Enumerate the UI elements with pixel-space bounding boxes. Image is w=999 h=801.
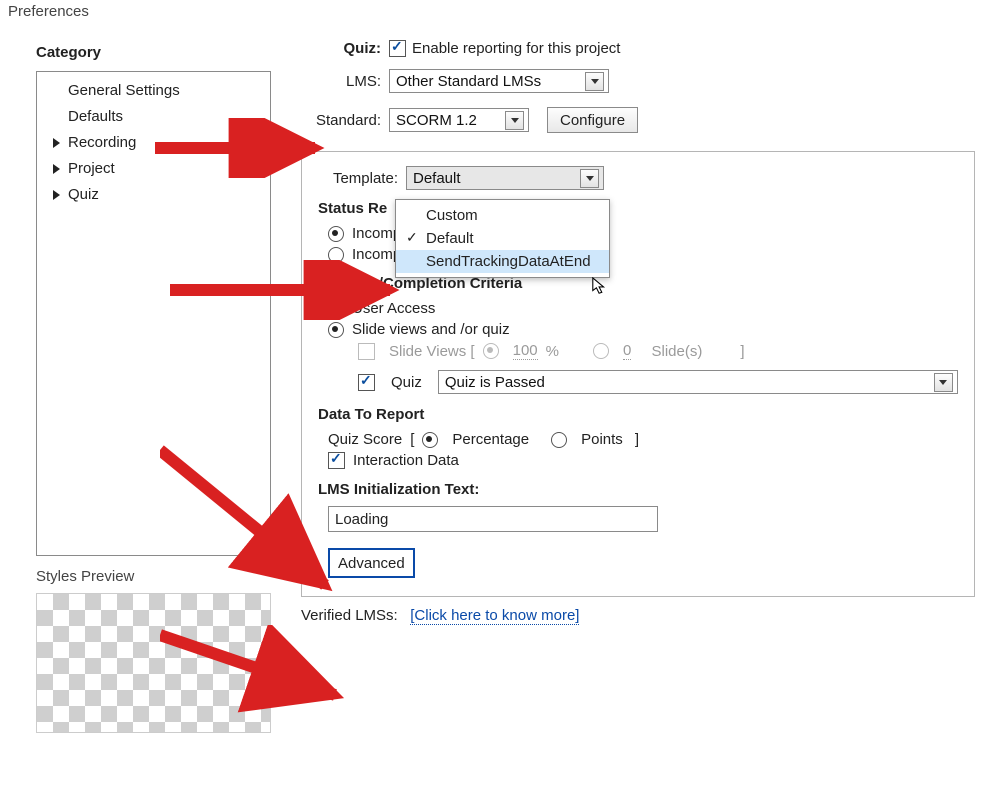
- standard-select[interactable]: SCORM 1.2: [389, 108, 529, 132]
- expand-icon: [53, 164, 60, 174]
- category-item-general-settings[interactable]: General Settings: [41, 78, 266, 104]
- quiz-criteria-select[interactable]: Quiz is Passed: [438, 370, 958, 394]
- slide-views-pct-value[interactable]: 100: [513, 342, 538, 360]
- radio-icon[interactable]: [593, 343, 609, 359]
- slide-count-value[interactable]: 0: [623, 342, 631, 360]
- template-option-default[interactable]: Default: [396, 227, 609, 250]
- lms-label: LMS:: [301, 73, 381, 90]
- template-option-sendtrackingdataatend[interactable]: SendTrackingDataAtEnd: [396, 250, 609, 273]
- template-option-custom[interactable]: Custom: [396, 204, 609, 227]
- lms-init-heading: LMS Initialization Text:: [318, 481, 958, 498]
- expand-icon: [53, 190, 60, 200]
- chevron-down-icon: [934, 373, 953, 392]
- annotation-arrow-icon: [155, 118, 335, 178]
- slide-views-row: Slide Views [ 100% 0 Slide(s) ]: [358, 342, 958, 360]
- annotation-arrow-icon: [160, 440, 350, 610]
- quiz-criteria-checkbox[interactable]: [358, 374, 375, 391]
- success-user-access[interactable]: User Access: [328, 300, 958, 317]
- annotation-arrow-icon: [170, 260, 410, 320]
- verified-lms-link[interactable]: [Click here to know more]: [410, 607, 579, 625]
- preferences-window: Preferences Category General Settings De…: [0, 0, 999, 801]
- expand-icon: [53, 138, 60, 148]
- data-report-heading: Data To Report: [318, 406, 958, 423]
- window-title: Preferences: [0, 0, 999, 26]
- radio-icon: [328, 226, 344, 242]
- chevron-down-icon: [580, 169, 599, 188]
- annotation-arrow-icon: [160, 625, 360, 715]
- interaction-data-row: Interaction Data: [328, 452, 958, 469]
- radio-icon[interactable]: [483, 343, 499, 359]
- lms-init-input[interactable]: Loading: [328, 506, 658, 532]
- configure-button[interactable]: Configure: [547, 107, 638, 133]
- quiz-criteria-label: Quiz: [391, 374, 422, 391]
- enable-reporting-checkbox[interactable]: [389, 40, 406, 57]
- points-radio[interactable]: [551, 432, 567, 448]
- quiz-label: Quiz:: [301, 40, 381, 57]
- interaction-data-label: Interaction Data: [353, 452, 459, 469]
- chevron-down-icon: [505, 111, 524, 130]
- chevron-down-icon: [585, 72, 604, 91]
- template-select[interactable]: Default: [406, 166, 604, 190]
- category-heading: Category: [36, 44, 271, 61]
- enable-reporting-label: Enable reporting for this project: [412, 40, 620, 57]
- success-slide-quiz[interactable]: Slide views and /or quiz: [328, 321, 958, 338]
- slide-views-label: Slide Views [: [389, 343, 475, 360]
- percentage-radio[interactable]: [422, 432, 438, 448]
- quiz-reporting-panel: Quiz: Enable reporting for this project …: [301, 40, 975, 624]
- template-dropdown[interactable]: Custom Default SendTrackingDataAtEnd: [395, 199, 610, 278]
- category-item-quiz[interactable]: Quiz: [41, 182, 266, 208]
- radio-icon: [328, 322, 344, 338]
- lms-select[interactable]: Other Standard LMSs: [389, 69, 609, 93]
- slide-views-checkbox[interactable]: [358, 343, 375, 360]
- quiz-criteria-row: Quiz Quiz is Passed: [358, 370, 958, 394]
